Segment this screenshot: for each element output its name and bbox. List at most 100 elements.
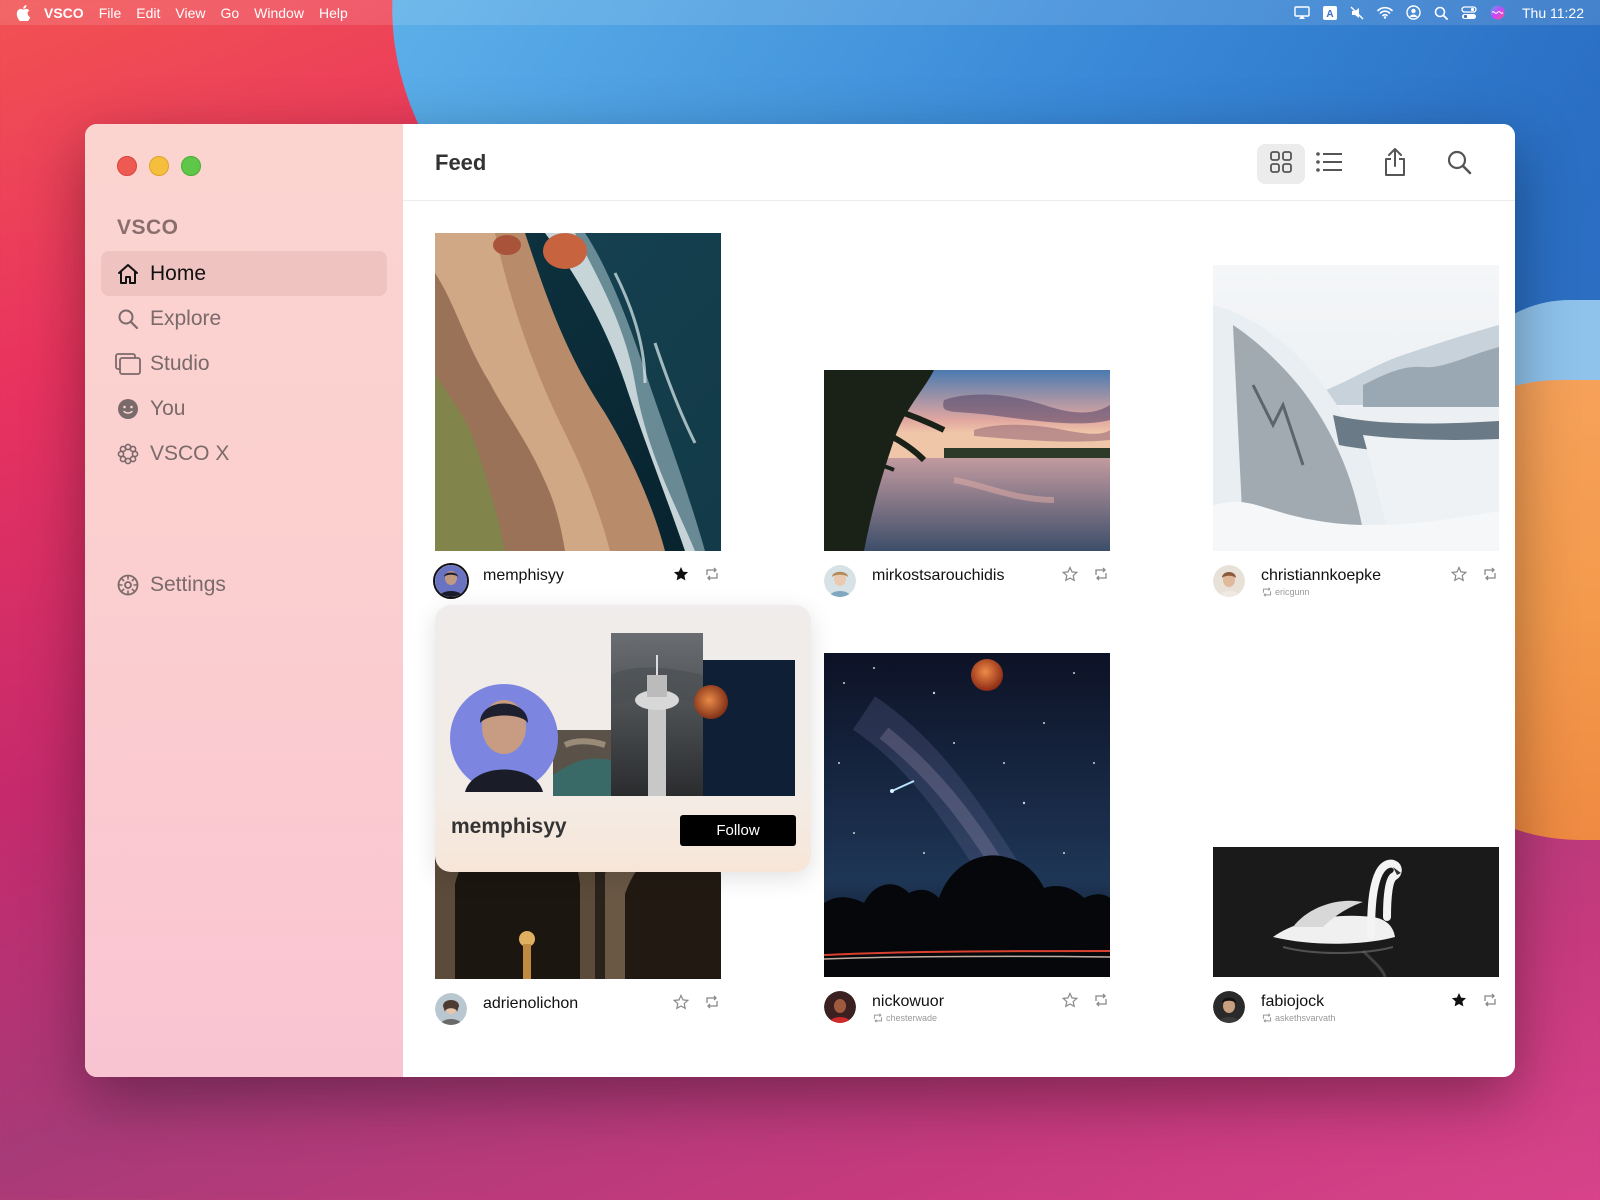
wifi-icon[interactable] (1377, 6, 1393, 19)
repost-attribution[interactable]: askethsvarvath (1261, 1013, 1336, 1023)
sidebar-item-home[interactable]: Home (101, 251, 387, 296)
sidebar-item-you[interactable]: You (101, 386, 387, 431)
sidebar-item-explore[interactable]: Explore (101, 296, 387, 341)
search-icon (115, 306, 141, 332)
post-meta: christiannkoepke ericgunn (1213, 565, 1499, 605)
minimize-window-button[interactable] (149, 156, 169, 176)
avatar[interactable] (433, 563, 469, 599)
post-username[interactable]: fabiojock (1261, 993, 1324, 1011)
grid-view-button[interactable] (1257, 144, 1305, 184)
menu-view[interactable]: View (175, 5, 205, 21)
vsco-x-icon (115, 441, 141, 467)
menubar-clock[interactable]: Thu 11:22 (1522, 5, 1584, 21)
keyboard-input-icon[interactable]: A (1322, 5, 1337, 20)
star-filled-icon[interactable] (1450, 991, 1468, 1009)
post-username[interactable]: mirkostsarouchidis (872, 567, 1004, 585)
sidebar-item-studio[interactable]: Studio (101, 341, 387, 386)
repost-icon[interactable] (1481, 565, 1499, 583)
close-window-button[interactable] (117, 156, 137, 176)
sidebar-item-label: Studio (150, 351, 210, 375)
menu-bar: VSCO File Edit View Go Window Help A Thu… (0, 0, 1600, 25)
sidebar-item-label: You (150, 396, 186, 420)
list-view-icon (1315, 151, 1343, 178)
post-meta: fabiojock askethsvarvath (1213, 991, 1499, 1031)
post-photo-swan[interactable] (1213, 847, 1499, 977)
sidebar: VSCO Home Explore Studio You VSCO X Sett… (85, 124, 403, 1077)
search-button[interactable] (1435, 144, 1483, 184)
star-outline-icon[interactable] (1061, 991, 1079, 1009)
repost-icon[interactable] (703, 565, 721, 583)
repost-attribution[interactable]: chesterwade (872, 1013, 937, 1023)
sidebar-settings-group: Settings (101, 562, 387, 607)
post-meta: nickowuor chesterwade (824, 991, 1110, 1031)
avatar[interactable] (435, 993, 467, 1025)
menu-window[interactable]: Window (254, 5, 304, 21)
avatar[interactable] (1213, 565, 1245, 597)
sidebar-item-label: Explore (150, 306, 222, 330)
share-icon (1383, 147, 1407, 182)
menu-edit[interactable]: Edit (136, 5, 160, 21)
menu-go[interactable]: Go (220, 5, 239, 21)
sidebar-item-label: Home (150, 261, 207, 285)
page-title: Feed (435, 150, 487, 175)
studio-icon (115, 351, 141, 377)
repost-source-user: ericgunn (1275, 587, 1310, 597)
grid-view-icon (1269, 150, 1293, 179)
app-window: VSCO Home Explore Studio You VSCO X Sett… (85, 124, 1515, 1077)
popover-username[interactable]: memphisyy (451, 815, 567, 839)
avatar[interactable] (824, 991, 856, 1023)
repost-icon[interactable] (1092, 565, 1110, 583)
gear-icon (115, 572, 141, 598)
list-view-button[interactable] (1305, 144, 1353, 184)
star-outline-icon[interactable] (1450, 565, 1468, 583)
star-filled-icon[interactable] (672, 565, 690, 583)
search-icon (1446, 149, 1472, 180)
sidebar-item-settings[interactable]: Settings (101, 562, 387, 607)
spotlight-search-icon[interactable] (1434, 6, 1448, 20)
post-username[interactable]: memphisyy (483, 567, 564, 585)
airplay-icon[interactable] (1294, 5, 1310, 20)
follow-button[interactable]: Follow (680, 815, 796, 846)
avatar[interactable] (824, 565, 856, 597)
post-photo-coast[interactable] (435, 233, 721, 551)
repost-source-user: chesterwade (886, 1013, 938, 1023)
siri-icon[interactable] (1490, 5, 1505, 20)
post-photo-night-sky[interactable] (824, 653, 1110, 977)
window-controls (117, 156, 201, 176)
post-photo-snow-mountains[interactable] (1213, 265, 1499, 551)
post-photo-lake-sunset[interactable] (824, 370, 1110, 551)
control-center-icon[interactable] (1461, 5, 1477, 20)
maximize-window-button[interactable] (181, 156, 201, 176)
svg-text:A: A (1326, 9, 1333, 20)
repost-icon[interactable] (703, 993, 721, 1011)
profile-popover: memphisyy Follow (435, 605, 811, 872)
avatar[interactable] (1213, 991, 1245, 1023)
user-account-icon[interactable] (1406, 5, 1421, 20)
sidebar-item-label: VSCO X (150, 441, 230, 465)
house-icon (115, 261, 141, 287)
star-outline-icon[interactable] (672, 993, 690, 1011)
main-content: Feed memphisyy adrienolichon mirkostsaro… (403, 124, 1515, 1077)
menu-help[interactable]: Help (319, 5, 348, 21)
repost-source-user: askethsvarvath (1275, 1013, 1336, 1023)
post-username[interactable]: adrienolichon (483, 995, 578, 1013)
sidebar-item-vsco-x[interactable]: VSCO X (101, 431, 387, 476)
post-meta: memphisyy (433, 563, 721, 605)
menubar-status-area: A Thu 11:22 (1294, 0, 1584, 25)
menu-app-name[interactable]: VSCO (44, 5, 84, 21)
sidebar-nav: Home Explore Studio You VSCO X (101, 251, 387, 476)
repost-icon[interactable] (1092, 991, 1110, 1009)
share-button[interactable] (1371, 144, 1419, 184)
mute-icon[interactable] (1350, 6, 1364, 20)
post-username[interactable]: nickowuor (872, 993, 944, 1011)
post-username[interactable]: christiannkoepke (1261, 567, 1381, 585)
repost-icon[interactable] (1481, 991, 1499, 1009)
post-meta: mirkostsarouchidis (824, 565, 1110, 605)
menu-file[interactable]: File (99, 5, 122, 21)
apple-icon[interactable] (16, 4, 32, 21)
face-icon (115, 396, 141, 422)
sidebar-item-label: Settings (150, 572, 226, 596)
star-outline-icon[interactable] (1061, 565, 1079, 583)
repost-attribution[interactable]: ericgunn (1261, 587, 1310, 597)
post-meta: adrienolichon (435, 993, 721, 1033)
